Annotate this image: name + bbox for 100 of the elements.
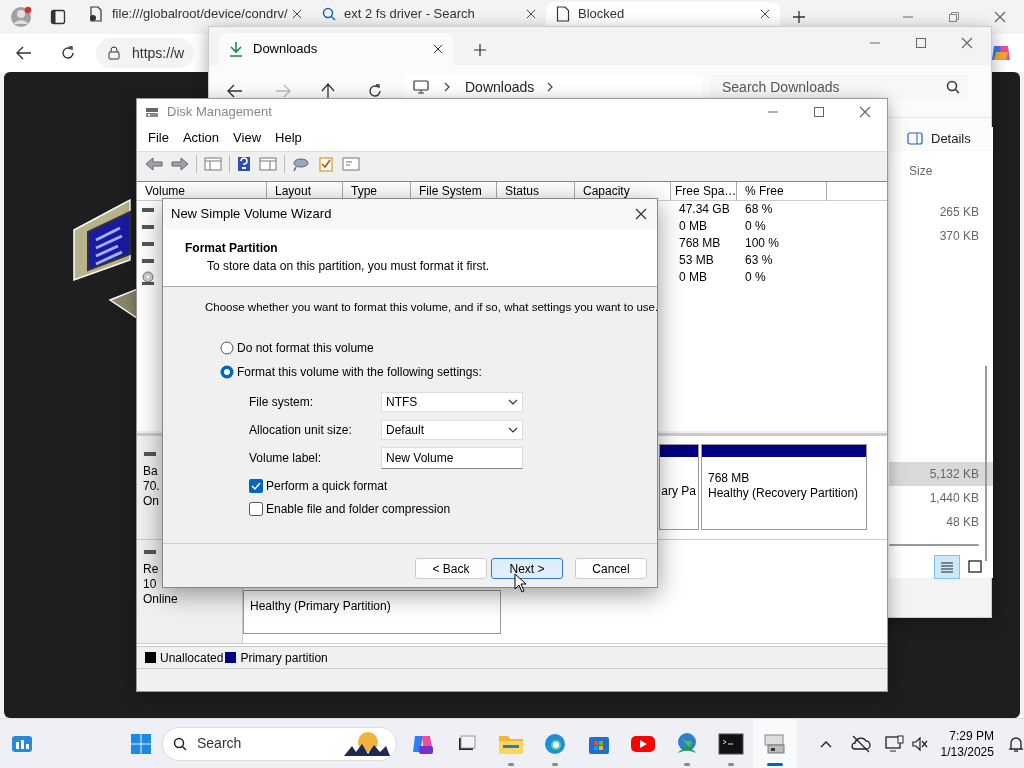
dropdown[interactable]: Default bbox=[381, 420, 523, 441]
search-icon bbox=[946, 80, 960, 94]
menu-item[interactable]: View bbox=[226, 128, 269, 148]
browser-tab[interactable]: Blocked bbox=[546, 2, 780, 26]
table-cell-text: 0 MB bbox=[678, 218, 708, 235]
running-indicator bbox=[507, 762, 514, 766]
page-heading: Format Partition bbox=[185, 240, 279, 257]
close-tab-button[interactable] bbox=[433, 44, 443, 54]
close-button[interactable] bbox=[994, 11, 1006, 23]
mute-icon[interactable] bbox=[910, 734, 929, 753]
partition-label: ary Pa bbox=[660, 484, 696, 499]
radio-button[interactable] bbox=[220, 341, 234, 356]
forward-button[interactable] bbox=[171, 155, 189, 172]
action-pane-button[interactable] bbox=[259, 155, 277, 172]
search-field[interactable]: Search bbox=[162, 726, 397, 761]
disk-icon bbox=[145, 105, 159, 119]
details-button[interactable]: Details bbox=[889, 127, 993, 151]
table-cell-text: 0 % bbox=[744, 269, 766, 286]
file-row[interactable]: 1,440 KB bbox=[889, 485, 993, 510]
disk-info: Ba bbox=[143, 464, 159, 479]
caret-icon bbox=[508, 398, 518, 407]
radio-button[interactable] bbox=[220, 365, 234, 380]
radio-option[interactable]: Format this volume with the following settings: bbox=[220, 360, 657, 385]
tab-actions-icon[interactable] bbox=[50, 9, 66, 25]
checkbox[interactable] bbox=[249, 501, 263, 516]
partition-block[interactable]: Healthy (Primary Partition) bbox=[243, 590, 501, 634]
refresh-button[interactable] bbox=[60, 45, 76, 61]
search-field[interactable]: Search Downloads bbox=[710, 75, 968, 99]
table-cell-text: 768 MB bbox=[678, 235, 722, 252]
connect-button[interactable] bbox=[292, 155, 310, 172]
chevron-icon bbox=[546, 82, 555, 92]
checkbox[interactable] bbox=[249, 478, 263, 493]
monitor-icon[interactable] bbox=[884, 734, 905, 753]
address-bar[interactable]: Downloads bbox=[405, 75, 702, 99]
lock-icon bbox=[108, 46, 120, 60]
clock[interactable]: 7:29 PM 1/13/2025 bbox=[940, 727, 994, 760]
partition-block[interactable]: 768 MB Healthy (Recovery Partition) bbox=[701, 444, 867, 530]
refresh-button[interactable] bbox=[367, 83, 383, 99]
scrollbar[interactable] bbox=[889, 543, 979, 546]
wizard-button[interactable]: < Back bbox=[415, 558, 487, 579]
input-field[interactable]: New Volume bbox=[381, 447, 523, 470]
running-indicator bbox=[551, 762, 558, 766]
close-tab-button[interactable] bbox=[526, 9, 536, 19]
console-tree-button[interactable] bbox=[204, 155, 222, 172]
cloud-off-icon[interactable] bbox=[850, 734, 871, 753]
caret-icon bbox=[508, 426, 518, 435]
widgets-icon[interactable] bbox=[11, 734, 33, 753]
dialog-title: New Simple Volume Wizard bbox=[171, 205, 332, 224]
details-pane-icon bbox=[907, 132, 923, 146]
terminal-icon bbox=[717, 732, 744, 755]
file-row[interactable]: 48 KB bbox=[889, 509, 993, 534]
search-icon bbox=[322, 7, 336, 21]
checkbox-option[interactable]: Perform a quick format bbox=[249, 474, 657, 498]
up-button[interactable] bbox=[321, 83, 335, 99]
radio-option[interactable]: Do not format this volume bbox=[220, 336, 657, 361]
back-button[interactable] bbox=[227, 84, 243, 98]
address-bar[interactable]: https://w bbox=[96, 38, 194, 68]
close-button[interactable] bbox=[635, 208, 647, 220]
properties-button[interactable] bbox=[318, 155, 334, 172]
table-cell-text: 47.34 GB bbox=[678, 201, 731, 218]
file-row[interactable]: 370 KB bbox=[889, 223, 993, 248]
maximize-button[interactable] bbox=[813, 106, 825, 118]
explorer-tab[interactable]: Downloads bbox=[219, 33, 453, 65]
dropdown[interactable]: NTFS bbox=[381, 392, 523, 413]
column-header[interactable]: Free Spa… bbox=[671, 182, 737, 201]
checkbox-option[interactable]: Enable file and folder compression bbox=[249, 497, 657, 521]
legend-label: Unallocated bbox=[160, 649, 224, 667]
new-tab-button[interactable] bbox=[473, 43, 487, 57]
column-header[interactable]: Size bbox=[909, 162, 933, 181]
notification-icon[interactable] bbox=[1007, 734, 1024, 753]
back-button[interactable] bbox=[16, 46, 32, 60]
restore-button[interactable] bbox=[948, 11, 960, 23]
file-row[interactable]: 265 KB bbox=[889, 199, 993, 224]
new-tab-button[interactable] bbox=[792, 10, 806, 24]
file-row[interactable]: 5,132 KB bbox=[889, 461, 993, 486]
partition-header-bar bbox=[660, 445, 698, 457]
help-button[interactable] bbox=[237, 155, 251, 172]
browser-tab[interactable]: file:///globalroot/device/condrv/ bbox=[78, 2, 312, 26]
close-button[interactable] bbox=[961, 37, 973, 49]
scrollbar[interactable] bbox=[985, 366, 987, 561]
browser-tab[interactable]: ext 2 fs driver - Search bbox=[312, 2, 546, 26]
maximize-button[interactable] bbox=[915, 37, 927, 49]
close-tab-button[interactable] bbox=[760, 9, 770, 19]
partition-label: Healthy (Recovery Partition) bbox=[708, 486, 860, 501]
menu-item[interactable]: Help bbox=[268, 128, 309, 148]
wizard-button[interactable]: Next > bbox=[491, 558, 563, 579]
profile-icon[interactable] bbox=[10, 6, 32, 28]
disk-info: On bbox=[143, 494, 160, 509]
menu-item[interactable]: File bbox=[141, 128, 176, 148]
partition-label: Healthy (Primary Partition) bbox=[250, 599, 392, 614]
column-header[interactable]: % Free bbox=[737, 182, 827, 201]
wizard-button[interactable]: Cancel bbox=[575, 558, 647, 579]
table-cell-text: 63 % bbox=[744, 252, 773, 269]
start-button[interactable] bbox=[130, 732, 152, 755]
partition-block[interactable]: ary Pa bbox=[659, 444, 699, 530]
close-button[interactable] bbox=[859, 106, 871, 118]
details-view-button[interactable] bbox=[935, 556, 959, 578]
menu-item[interactable]: Action bbox=[175, 128, 227, 148]
close-tab-button[interactable] bbox=[292, 9, 302, 19]
disk-info: Re bbox=[143, 562, 160, 577]
